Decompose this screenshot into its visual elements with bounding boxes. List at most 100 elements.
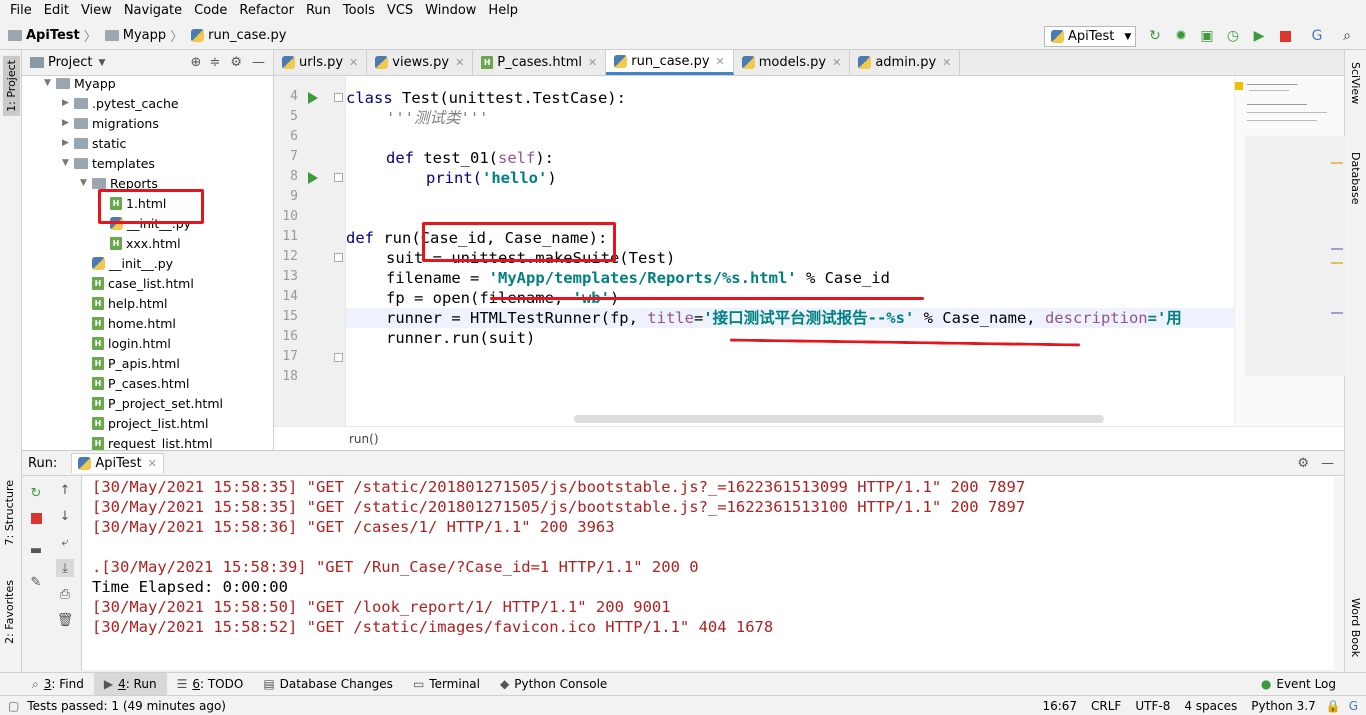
code-breadcrumb[interactable]: run() [274,426,1344,450]
bottom-tab[interactable]: ⌕ 3: Find [22,673,94,696]
chevron-right-icon[interactable]: ▶ [62,118,74,128]
caret-position[interactable]: 16:67 [1042,699,1077,713]
down-arrow-icon[interactable]: ↓ [56,507,74,525]
editor-tab[interactable]: views.py ✕ [367,50,474,75]
profile-icon[interactable]: ◷ [1225,28,1241,44]
rerun-icon[interactable]: ↻ [27,484,45,502]
structure-tool-tab[interactable]: 7: Structure [3,480,16,545]
tree-item[interactable]: Hhelp.html [22,293,273,313]
console-output[interactable]: [30/May/2021 15:58:35] "GET /static/2018… [92,477,1332,671]
menu-navigate[interactable]: Navigate [118,0,188,22]
menu-refactor[interactable]: Refactor [233,0,300,22]
chevron-down-icon[interactable]: ▼ [62,158,74,168]
project-tool-tab[interactable]: 1: Project [3,56,20,116]
tree-item[interactable]: Hlogin.html [22,333,273,353]
stop-icon[interactable] [1277,28,1293,44]
tree-item[interactable]: Hrequest_list.html [22,433,273,450]
editor-tab[interactable]: H P_cases.html ✕ [473,50,607,75]
editor-tab[interactable]: urls.py ✕ [274,50,368,75]
tree-item[interactable]: H P_project_set.html [22,393,273,413]
close-icon[interactable]: ✕ [942,56,951,69]
fold-icon[interactable] [334,353,343,362]
menu-vcs[interactable]: VCS [381,0,419,22]
menu-help[interactable]: Help [482,0,524,22]
bottom-tab[interactable]: ▭ Terminal [403,673,490,696]
editor-tab[interactable]: run_case.py ✕ [606,50,734,75]
tree-item[interactable]: Hhome.html [22,313,273,333]
fold-icon[interactable] [334,93,343,102]
tree-item[interactable]: ▼ templates [22,153,273,173]
chevron-down-icon[interactable]: ▼ [80,178,92,188]
print-icon[interactable]: ⎙ [56,585,74,603]
chevron-right-icon[interactable]: ▶ [62,98,74,108]
trash-icon[interactable]: 🗑 [56,611,74,629]
chevron-down-icon[interactable]: ▼ [44,78,56,88]
project-panel-title[interactable]: Project [48,55,92,70]
menu-edit[interactable]: Edit [38,0,75,22]
nav-file[interactable]: run_case.py [191,28,286,43]
nav-project[interactable]: ApiTest 〉 [8,26,101,45]
search-icon[interactable]: ⌕ [1339,28,1355,44]
tree-item[interactable]: Hxxx.html [22,233,273,253]
file-encoding[interactable]: UTF-8 [1135,699,1170,713]
tree-item[interactable]: __init__.py [22,253,273,273]
tree-item[interactable]: Hcase_list.html [22,273,273,293]
debug-icon[interactable]: ✹ [1173,28,1189,44]
horizontal-scrollbar[interactable] [574,415,1104,423]
stop-icon[interactable] [27,509,45,527]
gear-icon[interactable]: ⚙ [230,55,242,70]
tree-item[interactable]: H P_cases.html [22,373,273,393]
close-icon[interactable]: ✕ [588,56,597,69]
run-tab-apitest[interactable]: ApiTest ✕ [71,453,164,473]
gear-icon[interactable]: ⚙ [1297,456,1309,471]
translate-icon[interactable]: G [1309,28,1325,44]
menu-file[interactable]: File [4,0,38,22]
menu-code[interactable]: Code [188,0,233,22]
close-icon[interactable]: ✕ [716,55,725,68]
lock-icon[interactable]: 🔒 [1326,699,1341,713]
event-log-tab[interactable]: ● Event Log [1251,673,1346,696]
tree-item[interactable]: H P_apis.html [22,353,273,373]
menu-run[interactable]: Run [300,0,337,22]
run-configuration-select[interactable]: ApiTest ▼ [1044,26,1136,47]
python-interpreter[interactable]: Python 3.7 [1251,699,1316,713]
close-icon[interactable]: ✕ [148,457,157,470]
soft-wrap-icon[interactable]: ⤶ [56,533,74,551]
close-icon[interactable]: ✕ [832,56,841,69]
database-tool-tab[interactable]: Database [1349,152,1362,205]
warning-marker[interactable] [1235,82,1243,90]
indent-setting[interactable]: 4 spaces [1184,699,1237,713]
chevron-down-icon[interactable]: ▼ [98,58,105,68]
favorites-tool-tab[interactable]: 2: Favorites [3,580,16,644]
scroll-to-end-icon[interactable]: ⤓ [56,559,74,577]
menu-window[interactable]: Window [419,0,482,22]
fold-icon[interactable] [334,173,343,182]
editor-tab[interactable]: models.py ✕ [734,50,851,75]
fold-icon[interactable] [334,253,343,262]
hide-icon[interactable]: — [252,55,265,70]
bottom-tab[interactable]: ◆ Python Console [490,673,617,696]
bottom-tab[interactable]: ▶ 4: Run [93,672,167,696]
run-gutter-icon[interactable] [308,172,318,184]
concurrency-icon[interactable]: ▶ [1251,28,1267,44]
tree-item[interactable]: ▶ static [22,133,273,153]
wordbook-tool-tab[interactable]: Word Book [1349,598,1362,657]
coverage-icon[interactable]: ▣ [1199,28,1215,44]
tree-item[interactable]: ▶ migrations [22,113,273,133]
chevron-right-icon[interactable]: ▶ [62,138,74,148]
translate-icon[interactable]: G [1349,699,1358,713]
rerun-icon[interactable]: ↻ [1147,28,1163,44]
tree-item[interactable]: ▼ Myapp [22,73,273,93]
editor-tab[interactable]: admin.py ✕ [850,50,961,75]
run-gutter-icon[interactable] [308,92,318,104]
line-separator[interactable]: CRLF [1091,699,1121,713]
console-scrollbar[interactable] [1334,477,1344,671]
minimap[interactable] [1234,76,1345,426]
toggle-panels-icon[interactable]: ▢ [8,699,19,713]
menu-tools[interactable]: Tools [337,0,381,22]
collapse-icon[interactable]: ≑ [209,55,220,70]
tree-item[interactable]: Hproject_list.html [22,413,273,433]
nav-folder[interactable]: Myapp 〉 [104,26,187,45]
hide-icon[interactable]: — [1321,456,1334,471]
bottom-tab[interactable]: ☰ 6: TODO [167,673,254,696]
